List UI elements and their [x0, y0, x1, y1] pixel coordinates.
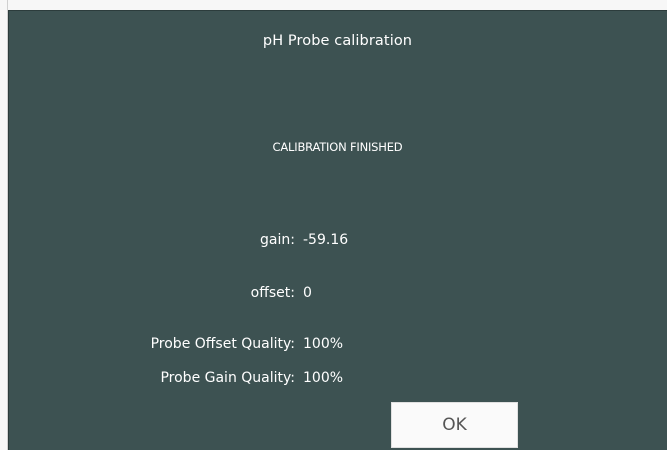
calibration-status: CALIBRATION FINISHED: [272, 140, 403, 154]
probe-gain-quality-value: 100%: [303, 370, 344, 386]
calibration-dialog: pH Probe calibration CALIBRATION FINISHE…: [8, 10, 667, 450]
gain-value: -59.16: [303, 232, 349, 248]
offset-value: 0: [303, 285, 312, 301]
probe-offset-quality-row: Probe Offset Quality: 100%: [8, 336, 667, 356]
ok-button[interactable]: OK: [391, 402, 518, 448]
frame-left-border: [0, 0, 8, 450]
probe-offset-quality-value: 100%: [303, 336, 344, 352]
window-frame: pH Probe calibration CALIBRATION FINISHE…: [0, 0, 667, 450]
offset-row: offset: 0: [8, 285, 667, 305]
probe-gain-quality-row: Probe Gain Quality: 100%: [8, 370, 667, 390]
probe-gain-quality-label: Probe Gain Quality:: [160, 370, 295, 386]
gain-row: gain: -59.16: [8, 232, 667, 252]
probe-offset-quality-label: Probe Offset Quality:: [150, 336, 295, 352]
gain-label: gain:: [260, 232, 295, 248]
dialog-title: pH Probe calibration: [262, 33, 413, 49]
offset-label: offset:: [250, 285, 295, 301]
frame-top-border: [0, 0, 667, 10]
